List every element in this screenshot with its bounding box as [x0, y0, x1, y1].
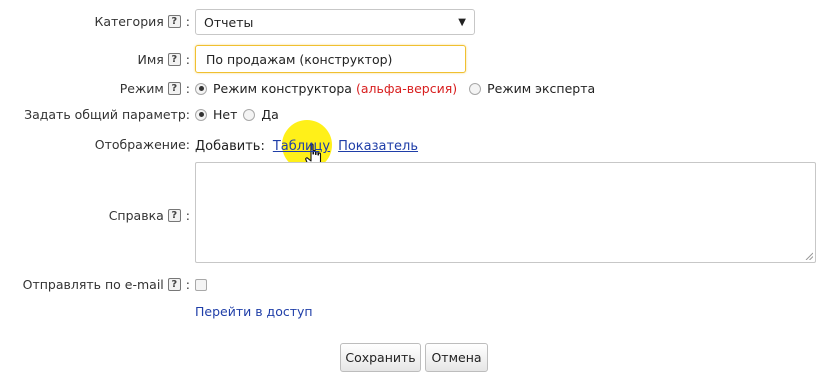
colon: : — [185, 277, 190, 292]
category-value: Отчеты — [204, 14, 254, 30]
common-param-yes-label: Да — [261, 107, 279, 122]
email-checkbox[interactable] — [195, 279, 207, 291]
help-label-group: Справка ? : — [109, 208, 190, 223]
name-value: По продажам (конструктор) — [206, 51, 393, 67]
help-question-icon[interactable]: ? — [167, 15, 181, 28]
common-param-label: Задать общий параметр: — [24, 107, 190, 122]
resize-grip-icon[interactable] — [805, 252, 813, 260]
cancel-button[interactable]: Отмена — [425, 343, 488, 372]
colon: : — [185, 14, 190, 29]
mode-expert-radio[interactable] — [469, 82, 482, 95]
mode-label: Режим — [119, 81, 164, 96]
colon: : — [185, 81, 190, 96]
category-label-group: Категория ? : — [94, 14, 190, 29]
mode-constructor-radio[interactable] — [195, 82, 207, 95]
category-select[interactable]: Отчеты ▼ — [195, 9, 475, 35]
email-label-group: Отправлять по e-mail ? : — [23, 277, 190, 292]
access-link[interactable]: Перейти в доступ — [195, 304, 313, 319]
common-param-yes-radio[interactable] — [243, 108, 256, 121]
mode-expert-label: Режим эксперта — [487, 81, 596, 96]
display-actions: Добавить: Таблицу Показатель — [195, 139, 418, 154]
mode-expert-option[interactable]: Режим эксперта — [469, 81, 595, 96]
chevron-down-icon: ▼ — [458, 16, 466, 28]
mode-constructor-label: Режим конструктора — [213, 81, 352, 96]
mode-constructor-option[interactable]: Режим конструктора (альфа-версия) — [195, 81, 457, 96]
help-question-icon[interactable]: ? — [167, 209, 181, 222]
access-link-wrap: Перейти в доступ — [195, 304, 313, 319]
help-question-icon[interactable]: ? — [167, 53, 181, 66]
display-label-group: Отображение: — [95, 137, 190, 152]
display-add-label: Добавить: — [195, 139, 265, 154]
display-label: Отображение: — [94, 137, 190, 152]
help-row: Справка ? : — [0, 162, 840, 263]
add-indicator-link[interactable]: Показатель — [338, 139, 418, 154]
mode-options: Режим конструктора (альфа-версия) Режим … — [195, 81, 595, 96]
name-label: Имя — [137, 52, 164, 67]
category-label: Категория — [94, 14, 164, 29]
help-question-icon[interactable]: ? — [167, 278, 181, 291]
email-label: Отправлять по e-mail — [22, 277, 164, 292]
common-param-no-option[interactable]: Нет — [195, 107, 237, 122]
help-label: Справка — [108, 208, 164, 223]
alpha-note: (альфа-версия) — [355, 81, 458, 96]
name-input[interactable]: По продажам (конструктор) — [195, 45, 466, 73]
add-table-link[interactable]: Таблицу — [273, 139, 330, 154]
common-param-label-group: Задать общий параметр: — [24, 107, 190, 122]
colon: : — [185, 208, 190, 223]
help-question-icon[interactable]: ? — [167, 82, 181, 95]
help-textarea[interactable] — [195, 162, 816, 263]
name-label-group: Имя ? : — [137, 52, 190, 67]
common-param-no-label: Нет — [213, 107, 238, 122]
common-param-yes-option[interactable]: Да — [243, 107, 279, 122]
email-checkbox-wrap — [195, 279, 207, 294]
colon: : — [185, 52, 190, 67]
mode-label-group: Режим ? : — [120, 81, 190, 96]
common-param-options: Нет Да — [195, 107, 279, 122]
save-button[interactable]: Сохранить — [340, 343, 421, 372]
common-param-no-radio[interactable] — [195, 108, 207, 121]
